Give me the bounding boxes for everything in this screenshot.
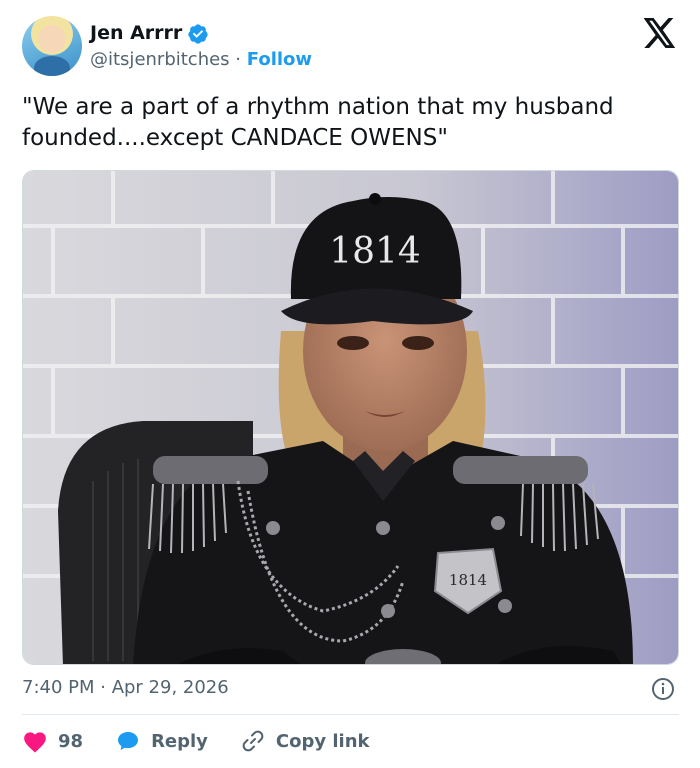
avatar[interactable] (22, 16, 82, 76)
separator: · (235, 49, 242, 70)
tweet-media-image[interactable]: 1814 1814 (22, 170, 679, 665)
copy-link-label: Copy link (275, 730, 370, 752)
hat-text: 1814 (329, 231, 421, 272)
copy-link-button[interactable]: Copy link (240, 729, 370, 753)
reply-label: Reply (151, 730, 208, 752)
divider (22, 714, 679, 715)
tweet-text: "We are a part of a rhythm nation that m… (22, 94, 614, 151)
photo-illustration: 1814 1814 (23, 171, 678, 664)
like-button[interactable]: 98 (22, 729, 83, 753)
tweet-timestamp[interactable]: 7:40 PM · Apr 29, 2026 (22, 677, 229, 698)
verified-badge-icon (188, 24, 208, 44)
info-icon[interactable] (651, 677, 675, 701)
reply-bubble-icon (118, 732, 139, 750)
action-bar: 98 Reply Copy link (22, 727, 402, 755)
follow-button[interactable]: Follow (247, 49, 312, 70)
heart-icon (24, 732, 46, 753)
link-icon (242, 730, 264, 752)
author-name[interactable]: Jen Arrrr (90, 22, 182, 44)
author-handle[interactable]: @itsjenrbitches (90, 49, 230, 70)
x-logo-icon[interactable] (643, 18, 677, 48)
reply-button[interactable]: Reply (115, 729, 208, 753)
handle-row: @itsjenrbitches · Follow (90, 49, 312, 70)
like-count: 98 (58, 730, 84, 752)
badge-text: 1814 (449, 571, 487, 589)
